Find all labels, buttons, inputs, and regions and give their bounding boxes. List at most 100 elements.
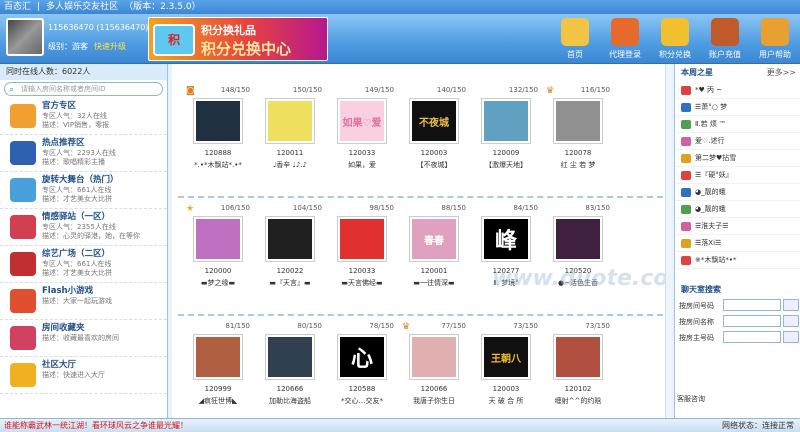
room-thumbnail[interactable] <box>553 216 603 262</box>
room-thumbnail[interactable] <box>265 98 315 144</box>
search-button[interactable] <box>783 315 799 327</box>
star-item[interactable]: 第二梦♥拈雪 <box>675 150 800 167</box>
customer-service[interactable]: 客服咨询 <box>677 394 705 404</box>
title-separator: | <box>37 2 41 12</box>
thumbnail-image <box>268 219 312 259</box>
online-count: 同时在线人数：6022人 <box>0 64 167 80</box>
sidebar-item[interactable]: 社区大厅 描述：快速进入大厅 <box>0 357 167 394</box>
room-thumbnail[interactable] <box>265 334 315 380</box>
tool-wallet[interactable]: 账户充值 <box>700 14 750 64</box>
category-icon <box>10 104 36 128</box>
room-card[interactable]: 104/150 120022 ▬『天言』▬ <box>256 204 324 304</box>
sidebar-item-desc: 描述：VIP销售，零报 <box>42 121 110 129</box>
room-occupancy: 132/150 <box>508 86 538 94</box>
app-name: 百态汇 <box>4 2 32 12</box>
star-item[interactable]: Ⅱ.若 烦 ™ <box>675 116 800 133</box>
sidebar-item[interactable]: 综艺广场（二区） 专区人气：661人在线 描述：才艺美女大比拼 <box>0 246 167 283</box>
tool-label: 账户充值 <box>709 50 741 59</box>
sidebar-item-title: 旋转大舞台（热门） <box>42 175 119 185</box>
room-card[interactable]: 149/150 如果♡爱 120033 如果，爱 <box>328 86 396 186</box>
room-card[interactable]: 98/150 120033 ▬天言佛经▬ <box>328 204 396 304</box>
room-card[interactable]: ◙ 148/150 120888 *.•*木飘站*.•* <box>184 86 252 186</box>
room-thumbnail[interactable] <box>265 216 315 262</box>
room-thumbnail[interactable] <box>409 334 459 380</box>
chat-search-title: 聊天室搜索 <box>675 281 800 299</box>
sidebar-item-title: 官方专区 <box>42 101 77 111</box>
tool-label: 首页 <box>567 50 583 59</box>
avatar[interactable] <box>6 18 44 56</box>
sidebar-item[interactable]: 官方专区 专区人气：32人在线 描述：VIP销售，零报 <box>0 98 167 135</box>
star-item[interactable]: *♥ 丙 ~ <box>675 82 800 99</box>
star-item[interactable]: ☰『硬°妖』 <box>675 167 800 184</box>
chat-search-input[interactable] <box>723 299 781 311</box>
tool-coins[interactable]: 积分兑换 <box>650 14 700 64</box>
sidebar-item[interactable]: 热点推荐区 专区人气：2293人在线 描述：歌唱精彩主播 <box>0 135 167 172</box>
star-item[interactable]: ◕_靓的蛾 <box>675 201 800 218</box>
star-badge-icon <box>681 120 691 129</box>
room-card[interactable]: 80/150 120666 加勒比海盗船 <box>256 322 324 418</box>
star-item[interactable]: 爱♡.述行 <box>675 133 800 150</box>
sidebar-item[interactable]: 房间收藏夹 描述：收藏最喜欢的房间 <box>0 320 167 357</box>
room-card[interactable]: 73/150 王朝八 120003 天 破 合 所 <box>472 322 540 418</box>
points-banner[interactable]: 积 积分换礼品 积分兑换中心 <box>148 17 328 61</box>
more-link[interactable]: 更多>> <box>767 64 796 82</box>
star-badge-icon <box>681 137 691 146</box>
room-name: 加勒比海盗船 <box>269 397 311 405</box>
room-card[interactable]: 150/150 120011 ♩香辛 ♩♪.♪ <box>256 86 324 186</box>
room-card[interactable]: ♛ 116/150 120078 红 尘 若 梦 <box>544 86 612 186</box>
room-thumbnail[interactable] <box>337 216 387 262</box>
room-card[interactable]: 78/150 心 120588 *交心…交友* <box>328 322 396 418</box>
sidebar-item[interactable]: 情感驿站（一区） 专区人气：2355人在线 描述：心灵的驿港，她，在等你 <box>0 209 167 246</box>
chat-search-input[interactable] <box>723 315 781 327</box>
category-sidebar: 同时在线人数：6022人 ⌕ 请输入房间名称或者房间ID 官方专区 专区人气：32… <box>0 64 168 418</box>
room-thumbnail[interactable]: 如果♡爱 <box>337 98 387 144</box>
sidebar-item[interactable]: 旋转大舞台（热门） 专区人气：661人在线 描述：才艺美女大比拼 <box>0 172 167 209</box>
chat-search-input[interactable] <box>723 331 781 343</box>
tool-home[interactable]: 首页 <box>550 14 600 64</box>
room-card[interactable]: 140/150 不夜城 120003 【不夜城】 <box>400 86 468 186</box>
crown-icon: ♛ <box>402 322 411 332</box>
room-occupancy: 80/150 <box>297 322 322 330</box>
crown-icon: ♛ <box>546 86 555 96</box>
room-thumbnail[interactable] <box>193 98 243 144</box>
tool-buttons: 首页 代理登录 积分兑换 账户充值 用户帮助 <box>550 14 800 64</box>
room-card[interactable]: 88/150 春春 120001 ▬一往情深▬ <box>400 204 468 304</box>
search-button[interactable] <box>783 299 799 311</box>
room-thumbnail[interactable]: 峰 <box>481 216 531 262</box>
search-button[interactable] <box>783 331 799 343</box>
sidebar-item-desc: 描述：大家一起玩游戏 <box>42 297 112 305</box>
room-search-input[interactable]: ⌕ 请输入房间名称或者房间ID <box>4 82 163 96</box>
room-thumbnail[interactable] <box>193 216 243 262</box>
room-name: *交心…交友* <box>341 397 383 405</box>
scrollbar[interactable] <box>665 64 672 418</box>
sidebar-item[interactable]: Flash小游戏 描述：大家一起玩游戏 <box>0 283 167 320</box>
room-card[interactable]: 81/150 120999 ◢疯狂世博◣ <box>184 322 252 418</box>
star-badge-icon <box>681 86 691 95</box>
upgrade-link[interactable]: 快速升级 <box>94 42 126 51</box>
room-thumbnail[interactable] <box>481 98 531 144</box>
room-thumbnail[interactable] <box>193 334 243 380</box>
star-item[interactable]: ☰萧°○ 梦 <box>675 99 800 116</box>
tool-medal[interactable]: 代理登录 <box>600 14 650 64</box>
room-thumbnail[interactable] <box>553 334 603 380</box>
room-card[interactable]: ★ 106/150 120000 ▬梦之缘▬ <box>184 204 252 304</box>
room-card[interactable]: ♛ 77/150 120066 我唐子你生日 <box>400 322 468 418</box>
room-thumbnail[interactable]: 心 <box>337 334 387 380</box>
star-item[interactable]: ☰淮夫子☰ <box>675 218 800 235</box>
thumbnail-image <box>196 219 240 259</box>
star-item[interactable]: ◕_靓的蛾 <box>675 184 800 201</box>
room-thumbnail[interactable]: 春春 <box>409 216 459 262</box>
star-item[interactable]: ☰落Xi☰ <box>675 235 800 252</box>
room-thumbnail[interactable]: 不夜城 <box>409 98 459 144</box>
room-card[interactable]: 73/150 120102 缠射^^的约晗 <box>544 322 612 418</box>
star-item[interactable]: ※*木飘站*•* <box>675 252 800 269</box>
room-thumbnail[interactable]: 王朝八 <box>481 334 531 380</box>
tool-help[interactable]: 用户帮助 <box>750 14 800 64</box>
category-icon <box>10 141 36 165</box>
tool-label: 积分兑换 <box>659 50 691 59</box>
room-thumbnail[interactable] <box>553 98 603 144</box>
room-card[interactable]: 132/150 120009 【激爆天地】 <box>472 86 540 186</box>
sidebar-item-title: Flash小游戏 <box>42 286 94 296</box>
room-occupancy: 140/150 <box>436 86 466 94</box>
star-badge-icon <box>681 256 691 265</box>
